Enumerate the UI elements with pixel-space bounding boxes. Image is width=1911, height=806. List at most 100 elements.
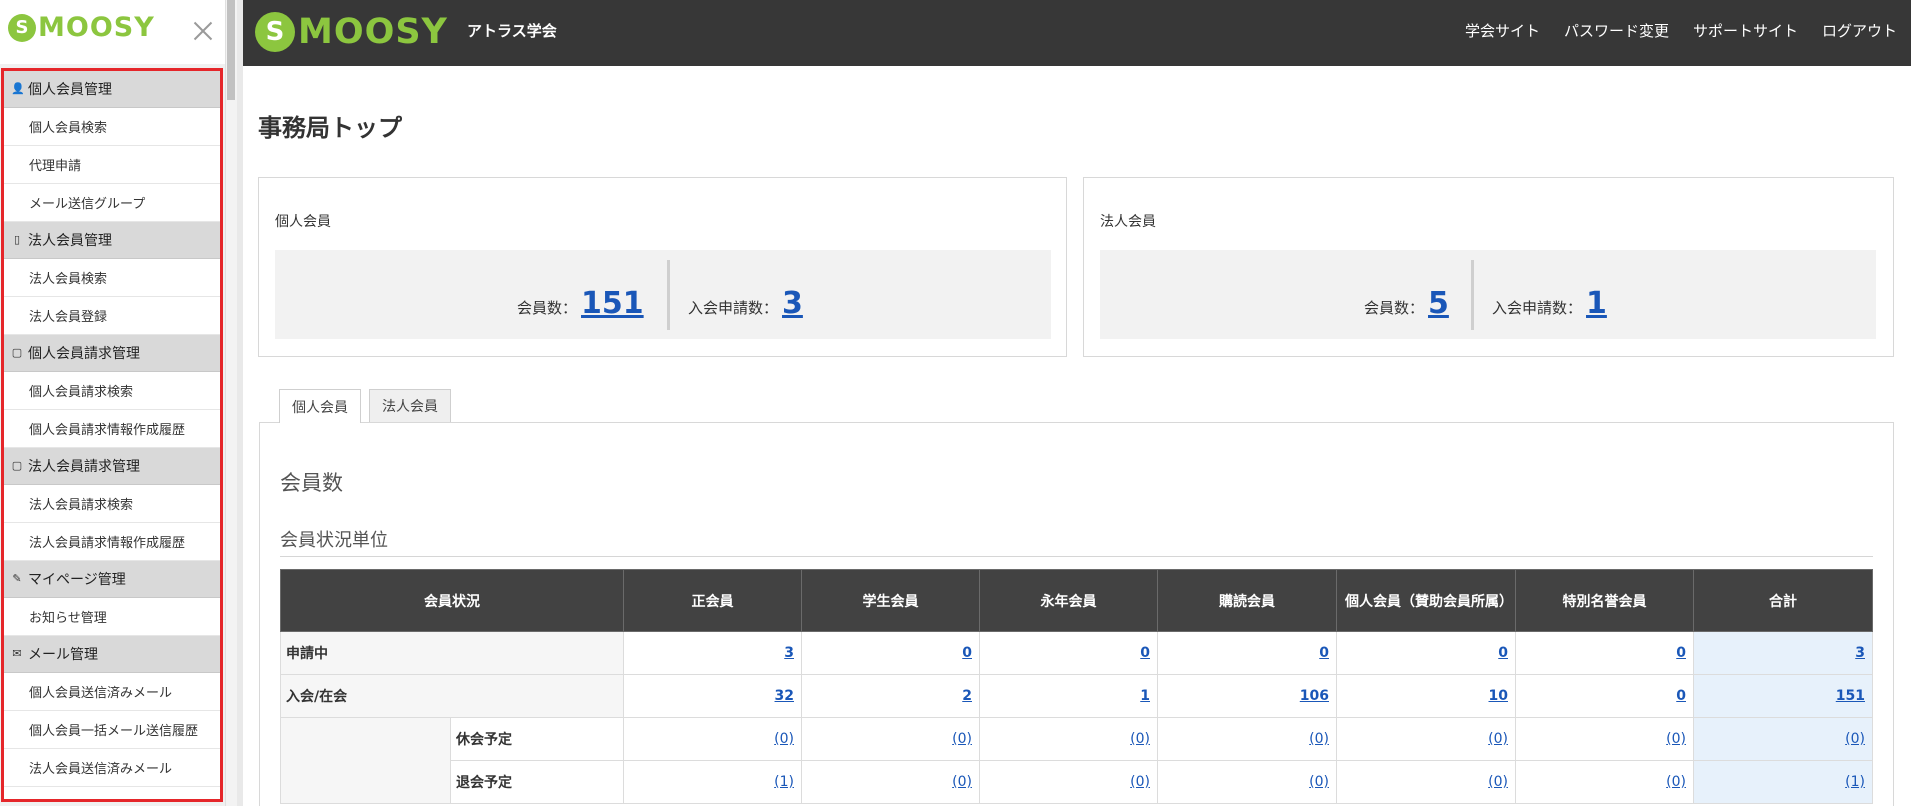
nav-support-site[interactable]: サポートサイト — [1693, 20, 1798, 41]
tab-individual-members[interactable]: 個人会員 — [279, 389, 361, 423]
count-cell: 2 — [801, 674, 980, 718]
individual-members-card: 個人会員 会員数： 151 入会申請数： 3 — [258, 177, 1067, 357]
count-link[interactable]: 106 — [1300, 688, 1329, 704]
sidebar-item[interactable]: 法人会員請求検索 — [4, 485, 220, 523]
smoosy-logo[interactable]: S MOOSY — [255, 12, 448, 52]
sidebar-item[interactable]: 個人会員送信済みメール — [4, 673, 220, 711]
count-cell: (0) — [979, 760, 1158, 804]
sidebar-section-1: ▯ 法人会員管理 — [4, 222, 220, 259]
logo-s-mark-icon: S — [8, 13, 36, 42]
count-link[interactable]: 0 — [1140, 645, 1150, 661]
sidebar-item[interactable]: お知らせ管理 — [4, 598, 220, 636]
count-link[interactable]: 0 — [1676, 645, 1686, 661]
sidebar-section-2: ▢ 個人会員請求管理 — [4, 335, 220, 372]
sidebar-scrollbar[interactable] — [225, 0, 237, 806]
count-cell: (0) — [1336, 760, 1516, 804]
sidebar-section-5: ✉ メール管理 — [4, 636, 220, 673]
row-sublabel: 休会予定 — [450, 717, 624, 761]
stat-band: 会員数： 5 入会申請数： 1 — [1100, 250, 1876, 339]
sidebar-section-title: 個人会員請求管理 — [28, 346, 140, 362]
count-link[interactable]: 1 — [1140, 688, 1150, 704]
sidebar-item[interactable]: 法人会員登録 — [4, 297, 220, 335]
count-link[interactable]: (0) — [1666, 731, 1686, 747]
count-link[interactable]: 0 — [1498, 645, 1508, 661]
total-cell: 3 — [1693, 631, 1873, 675]
count-cell: 3 — [623, 631, 802, 675]
sidebar-section-4: ✎ マイページ管理 — [4, 561, 220, 598]
count-cell: 1 — [979, 674, 1158, 718]
sidebar-scrollbar-thumb[interactable] — [227, 0, 235, 100]
mail-icon: ✉ — [12, 647, 22, 660]
count-cell: 106 — [1157, 674, 1337, 718]
sidebar-item[interactable]: 個人会員検索 — [4, 108, 220, 146]
count-link[interactable]: (1) — [774, 774, 794, 790]
count-cell: (0) — [801, 717, 980, 761]
main-content: 事務局トップ 個人会員 会員数： 151 入会申請数： 3 法人会員 会員数： … — [243, 66, 1911, 806]
header-subscriber: 購読会員 — [1157, 569, 1337, 632]
count-link[interactable]: 151 — [1836, 688, 1865, 704]
applications-count-link[interactable]: 1 — [1586, 286, 1607, 321]
header-nav: 学会サイト パスワード変更 サポートサイト ログアウト — [1465, 20, 1897, 41]
count-link[interactable]: (0) — [774, 731, 794, 747]
count-link[interactable]: (0) — [952, 731, 972, 747]
nav-society-site[interactable]: 学会サイト — [1465, 20, 1540, 41]
header-student: 学生会員 — [801, 569, 980, 632]
tab-panel: 会員数 会員状況単位 会員状況 正会員 学生会員 永年会員 購読会員 個人会員（… — [259, 422, 1894, 806]
count-link[interactable]: 0 — [1319, 645, 1329, 661]
count-link[interactable]: 2 — [962, 688, 972, 704]
count-link[interactable]: (0) — [1130, 731, 1150, 747]
count-link[interactable]: (0) — [1309, 774, 1329, 790]
nav-change-password[interactable]: パスワード変更 — [1564, 20, 1669, 41]
document-icon: ▢ — [11, 346, 23, 359]
count-cell: (0) — [1336, 717, 1516, 761]
count-cell: (0) — [1515, 717, 1694, 761]
count-link[interactable]: (0) — [1130, 774, 1150, 790]
sidebar: S MOOSY 👤 個人会員管理 個人会員検索 代理申請 メール送信グループ ▯ 法人会員管… — [0, 0, 237, 806]
sidebar-item[interactable]: 法人会員検索 — [4, 259, 220, 297]
stat-separator — [1471, 260, 1474, 330]
close-icon[interactable] — [190, 18, 216, 44]
sidebar-item[interactable]: メール送信グループ — [4, 184, 220, 222]
count-link[interactable]: 0 — [1676, 688, 1686, 704]
top-header: S MOOSY アトラス学会 学会サイト パスワード変更 サポートサイト ログア… — [243, 0, 1911, 66]
count-link[interactable]: 3 — [1855, 645, 1865, 661]
count-link[interactable]: (0) — [1845, 731, 1865, 747]
table-row: 入会/在会 32 2 1 106 10 0 151 — [280, 674, 1873, 718]
count-cell: (1) — [623, 760, 802, 804]
sidebar-item[interactable]: 法人会員請求情報作成履歴 — [4, 523, 220, 561]
row-label: 入会/在会 — [280, 674, 624, 718]
count-link[interactable]: 0 — [962, 645, 972, 661]
sidebar-menu-area: 👤 個人会員管理 個人会員検索 代理申請 メール送信グループ ▯ 法人会員管理 法人会員検索法… — [0, 64, 228, 806]
count-cell: (0) — [979, 717, 1158, 761]
org-name: アトラス学会 — [467, 22, 557, 40]
count-link[interactable]: (0) — [1488, 731, 1508, 747]
logo-s-mark-icon: S — [255, 12, 295, 52]
section-subtitle: 会員状況単位 — [280, 530, 388, 551]
subtitle-divider — [280, 556, 1873, 557]
members-count-link[interactable]: 5 — [1428, 286, 1449, 321]
total-cell: (1) — [1693, 760, 1873, 804]
members-count-link[interactable]: 151 — [581, 286, 644, 321]
count-link[interactable]: (1) — [1845, 774, 1865, 790]
nav-logout[interactable]: ログアウト — [1822, 20, 1897, 41]
sidebar-item[interactable]: 法人会員送信済みメール — [4, 749, 220, 787]
page-title: 事務局トップ — [258, 114, 402, 142]
sidebar-item[interactable]: 個人会員請求検索 — [4, 372, 220, 410]
count-link[interactable]: 32 — [775, 688, 794, 704]
sidebar-item[interactable]: 個人会員請求情報作成履歴 — [4, 410, 220, 448]
sidebar-item[interactable]: 個人会員一括メール送信履歴 — [4, 711, 220, 749]
count-link[interactable]: 10 — [1489, 688, 1508, 704]
smoosy-logo-small[interactable]: S MOOSY — [8, 12, 155, 43]
count-link[interactable]: (0) — [1666, 774, 1686, 790]
count-link[interactable]: 3 — [784, 645, 794, 661]
count-link[interactable]: (0) — [1488, 774, 1508, 790]
row-group-cell — [280, 717, 451, 804]
members-count: 会員数： 151 — [517, 286, 644, 321]
count-link[interactable]: (0) — [952, 774, 972, 790]
sidebar-section-title: 法人会員管理 — [28, 233, 112, 249]
sidebar-item[interactable]: 代理申請 — [4, 146, 220, 184]
count-link[interactable]: (0) — [1309, 731, 1329, 747]
tab-corporate-members[interactable]: 法人会員 — [369, 389, 451, 422]
sidebar-header: S MOOSY — [0, 0, 228, 64]
applications-count-link[interactable]: 3 — [782, 286, 803, 321]
